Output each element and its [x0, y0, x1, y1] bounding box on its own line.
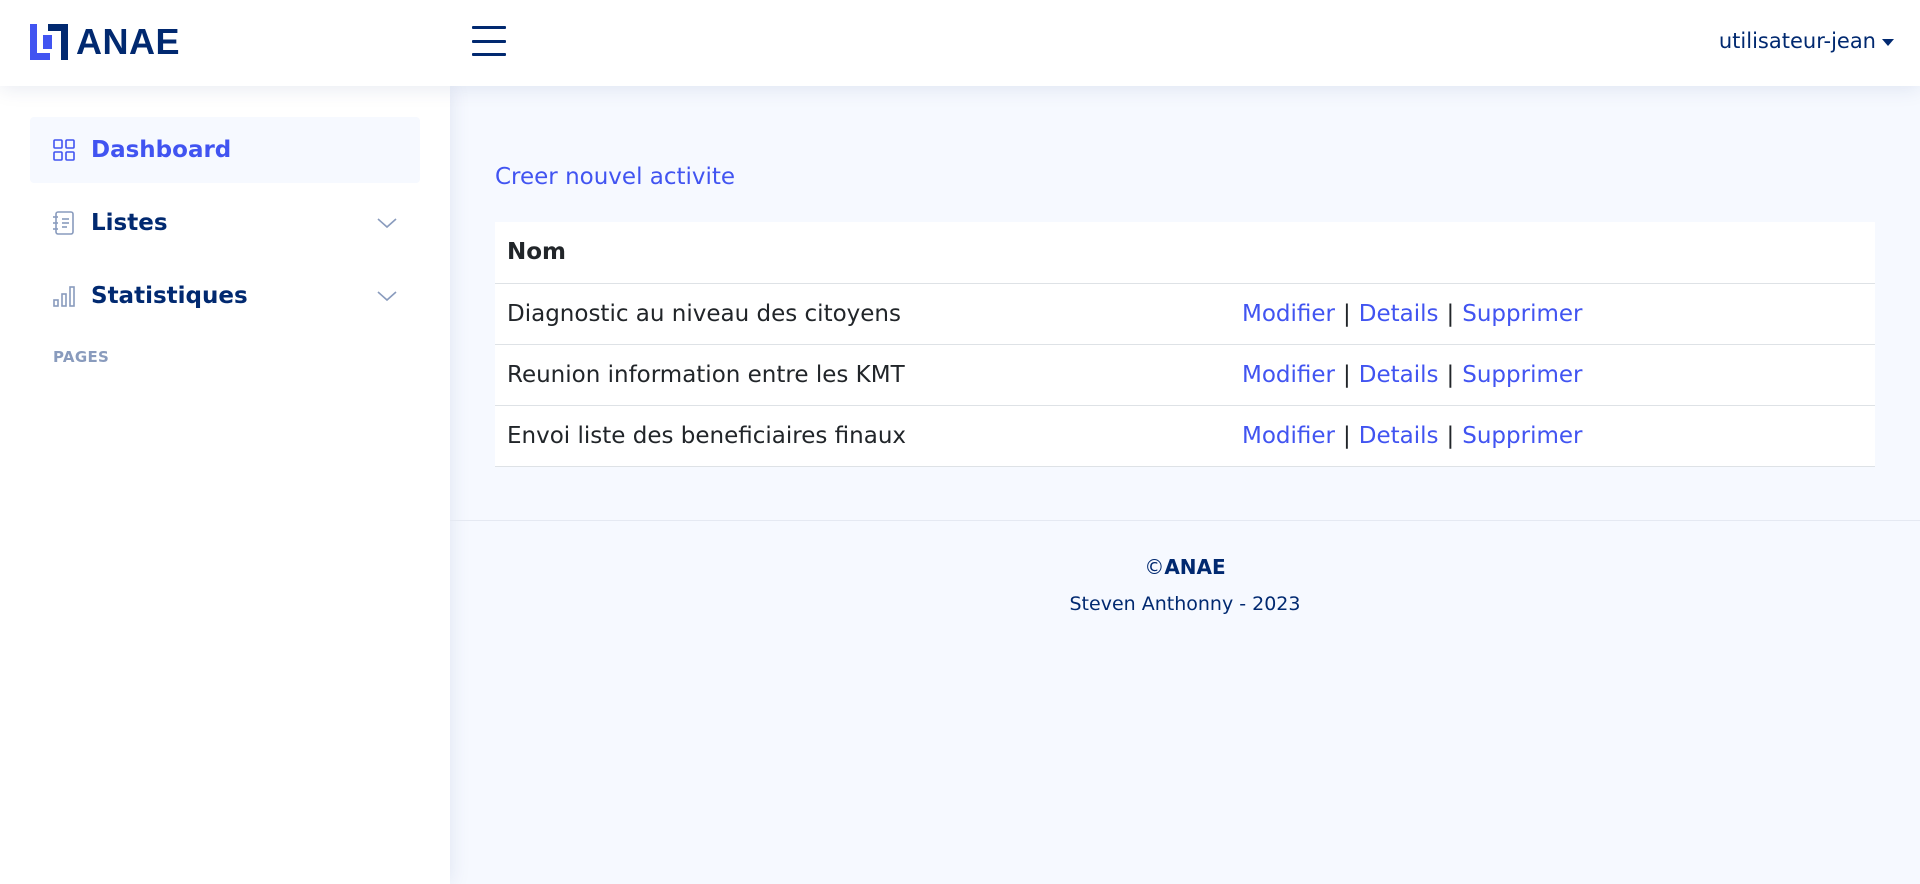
page-footer: ©ANAE Steven Anthonny - 2023 [450, 520, 1920, 640]
activity-name: Envoi liste des beneficiaires finaux [495, 405, 1230, 467]
sidebar-item-listes[interactable]: Listes [30, 190, 420, 256]
separator: | [1343, 300, 1351, 327]
supprimer-link[interactable]: Supprimer [1462, 301, 1582, 327]
table-row: Reunion information entre les KMT Modifi… [495, 344, 1875, 406]
separator: | [1446, 422, 1455, 449]
separator: | [1446, 361, 1455, 388]
column-header-nom: Nom [495, 222, 1230, 284]
create-activity-link[interactable]: Creer nouvel activite [495, 164, 735, 190]
sidebar-toggle-button[interactable] [472, 26, 506, 56]
details-link[interactable]: Details [1359, 301, 1439, 327]
hamburger-line-icon [472, 53, 506, 56]
details-link[interactable]: Details [1359, 423, 1439, 449]
copyright-brand: ANAE [1164, 555, 1226, 579]
credits: Steven Anthonny - 2023 [1069, 593, 1301, 615]
modifier-link[interactable]: Modifier [1242, 301, 1335, 327]
logo[interactable]: ANAE [30, 21, 181, 62]
copyright: ©ANAE [450, 555, 1920, 579]
column-header-actions [1230, 222, 1875, 284]
user-name: utilisateur-jean [1718, 29, 1876, 53]
sidebar-item-label: Statistiques [91, 283, 248, 309]
activity-name: Reunion information entre les KMT [495, 344, 1230, 406]
activities-table: Nom Diagnostic au niveau des citoyens Mo… [495, 222, 1875, 467]
caret-down-icon [1882, 38, 1894, 46]
hamburger-line-icon [472, 39, 506, 43]
modifier-link[interactable]: Modifier [1242, 362, 1335, 388]
sidebar-item-label: Dashboard [91, 137, 232, 163]
row-actions: Modifier | Details | Supprimer [1230, 405, 1875, 467]
supprimer-link[interactable]: Supprimer [1462, 362, 1582, 388]
supprimer-link[interactable]: Supprimer [1462, 423, 1582, 449]
anae-logo-icon [30, 24, 68, 60]
modifier-link[interactable]: Modifier [1242, 423, 1335, 449]
separator: | [1343, 422, 1351, 449]
row-actions: Modifier | Details | Supprimer [1230, 283, 1875, 345]
sidebar-item-statistiques[interactable]: Statistiques [30, 263, 420, 329]
bar-chart-icon [52, 284, 76, 308]
journal-text-icon [52, 211, 76, 235]
table-header-row: Nom [495, 222, 1875, 284]
main-content: Creer nouvel activite Nom Diagnostic au … [450, 86, 1920, 884]
grid-icon [52, 138, 76, 162]
table-row: Envoi liste des beneficiaires finaux Mod… [495, 405, 1875, 467]
sidebar: Dashboard Listes Statistiques PAGES [0, 86, 450, 884]
top-header: ANAE utilisateur-jean [0, 0, 1920, 86]
chevron-down-icon [377, 218, 397, 229]
sidebar-heading: PAGES [53, 348, 110, 366]
hamburger-line-icon [472, 26, 506, 29]
user-dropdown[interactable]: utilisateur-jean [1719, 26, 1894, 56]
separator: | [1343, 361, 1351, 388]
chevron-down-icon [377, 291, 397, 302]
separator: | [1446, 300, 1455, 327]
activity-name: Diagnostic au niveau des citoyens [495, 283, 1230, 345]
details-link[interactable]: Details [1359, 362, 1439, 388]
copyright-symbol: © [1144, 555, 1165, 579]
sidebar-item-dashboard[interactable]: Dashboard [30, 117, 420, 183]
brand-name: ANAE [76, 21, 181, 62]
row-actions: Modifier | Details | Supprimer [1230, 344, 1875, 406]
sidebar-item-label: Listes [91, 210, 168, 236]
table-row: Diagnostic au niveau des citoyens Modifi… [495, 283, 1875, 345]
